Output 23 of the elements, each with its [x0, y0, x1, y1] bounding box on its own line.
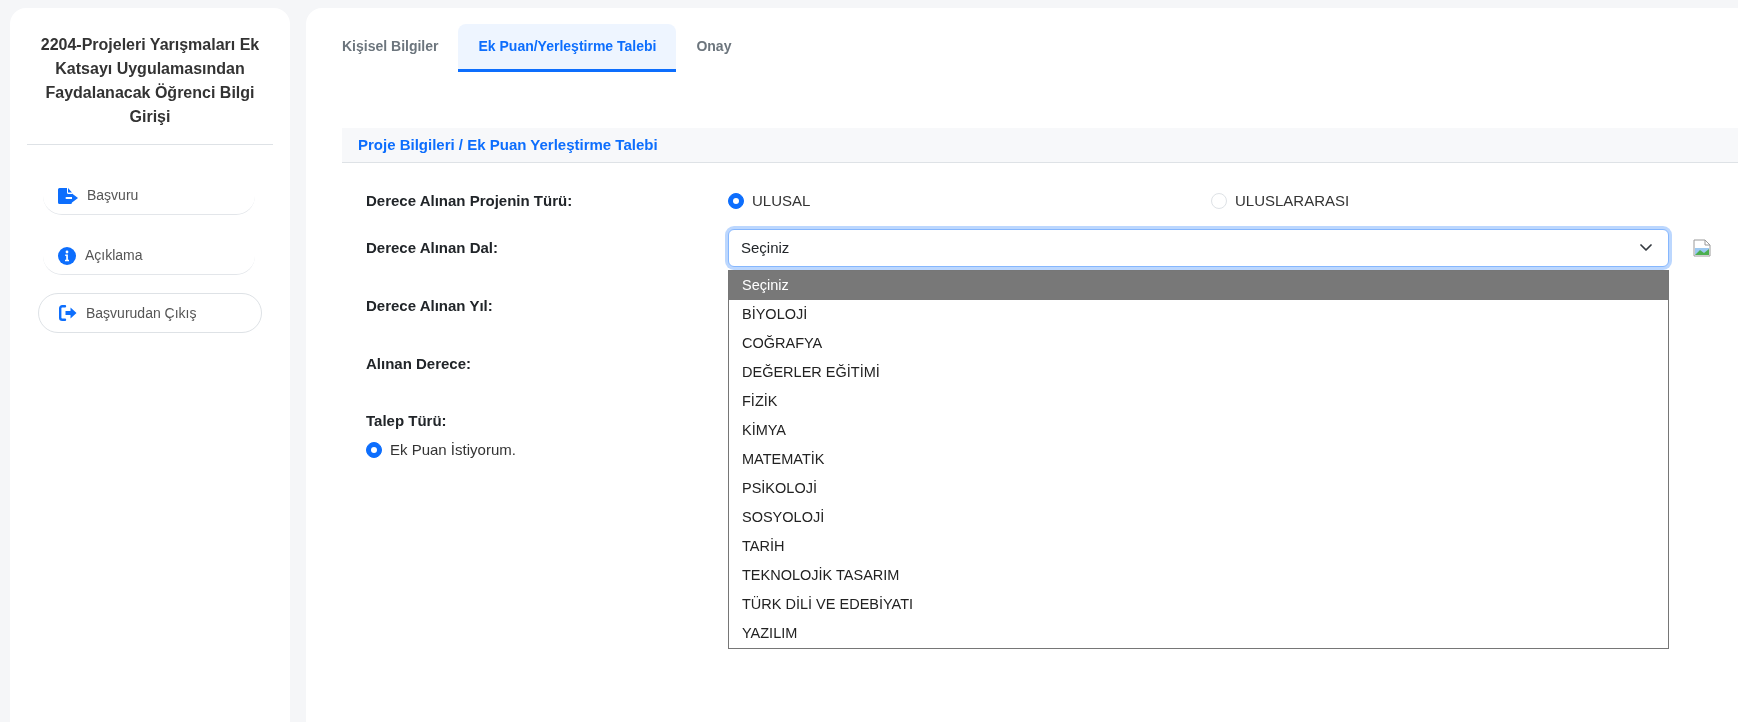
- radio-button[interactable]: [366, 441, 382, 458]
- file-arrow-icon: [58, 187, 78, 204]
- field-label: Talep Türü:: [366, 411, 448, 431]
- section-header: Proje Bilgileri / Ek Puan Yerleştirme Talebi: [342, 128, 1738, 163]
- radio-label: Ek Puan İstiyorum.: [390, 439, 516, 460]
- field-label: Derece Alınan Projenin Türü:: [366, 190, 574, 211]
- field-label: Derece Alınan Dal:: [366, 237, 499, 258]
- exit-button[interactable]: Başvurudan Çıkış: [38, 293, 262, 333]
- radio-label: ULUSLARARASI: [1235, 190, 1350, 211]
- tab[interactable]: Ek Puan/Yerleştirme Talebi: [458, 24, 677, 72]
- select-field[interactable]: Seçiniz: [728, 229, 1669, 267]
- radio-button[interactable]: [728, 193, 744, 209]
- info-icon: [58, 246, 76, 265]
- tab[interactable]: Kişisel Bilgiler: [322, 24, 459, 72]
- radio-label: ULUSAL: [752, 190, 811, 211]
- dropdown-option[interactable]: Seçiniz: [729, 271, 1668, 300]
- exit-icon: [59, 305, 77, 321]
- field-label: Alınan Derece:: [366, 353, 473, 374]
- chevron-down-icon: [1640, 244, 1652, 252]
- field-label: Derece Alınan Yıl:: [366, 295, 494, 316]
- tab[interactable]: Onay: [676, 24, 752, 72]
- sidebar-title: 2204-Projeleri Yarışmaları Ek Katsayı Uygulamasından Faydalanacak Öğrenci Bilgi Girişi: [39, 35, 261, 127]
- broken-image-icon: [1693, 239, 1711, 257]
